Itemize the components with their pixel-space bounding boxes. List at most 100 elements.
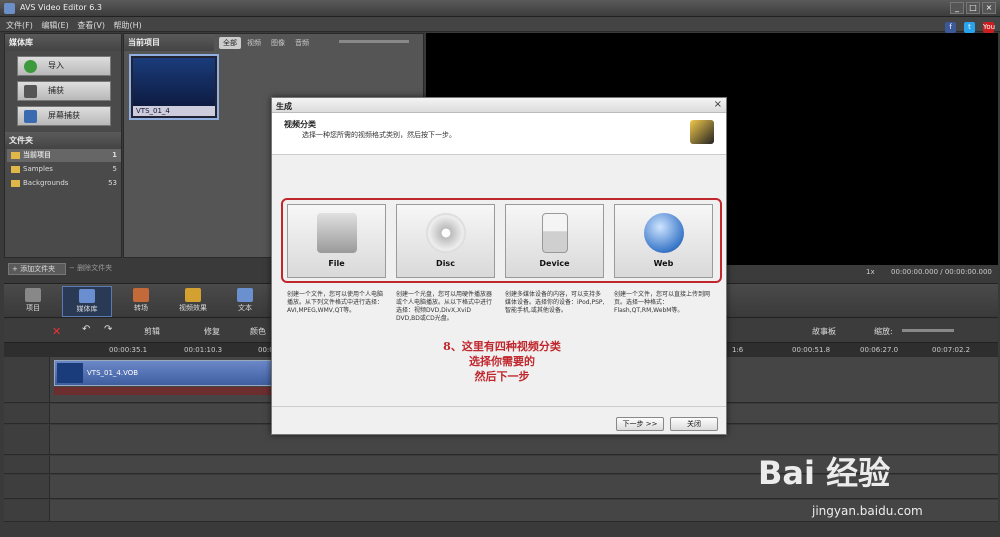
transition-icon	[133, 288, 149, 302]
project-button[interactable]: 项目	[8, 286, 58, 317]
current-project-title: 当前项目	[124, 34, 214, 51]
folder-icon	[11, 165, 20, 173]
add-folder-button[interactable]: + 添加文件夹	[8, 263, 66, 275]
thumbnail-image	[133, 58, 215, 108]
tab-image[interactable]: 图像	[267, 37, 289, 49]
app-icon	[4, 3, 15, 14]
menu-edit[interactable]: 编辑(E)	[41, 20, 68, 31]
dialog-footer: 下一步 >> 关闭	[272, 406, 726, 436]
audio-waveform	[54, 387, 274, 395]
menu-view[interactable]: 查看(V)	[77, 20, 105, 31]
media-library-panel: 媒体库 导入 捕获 屏幕捕获 文件夹 当前项目 1 Samples 5 Back…	[4, 33, 122, 275]
window-controls: _ □ ×	[950, 2, 996, 14]
avs-logo-icon	[690, 120, 714, 144]
project-icon	[25, 288, 41, 302]
transitions-button[interactable]: 转场	[116, 286, 166, 317]
close-icon[interactable]: ×	[714, 99, 722, 110]
disc-icon	[425, 213, 466, 253]
globe-icon	[643, 213, 684, 253]
tutorial-annotation: 8、这里有四种视频分类 选择你需要的 然后下一步	[443, 340, 561, 383]
disc-option-description: 创建一个光盘，您可以用硬件播放器或个人电脑播放。从以下格式中进行选择：视频DVD…	[396, 291, 493, 322]
dialog-header-subtitle: 选择一种您所需的视频格式类别，然后按下一步。	[302, 131, 456, 139]
redo-icon[interactable]: ↷	[104, 324, 112, 335]
zoom-readout: 1x	[866, 268, 875, 276]
delete-folder-button[interactable]: − 删除文件夹	[69, 263, 123, 275]
next-button[interactable]: 下一步 >>	[616, 417, 664, 431]
produce-dialog: 生成 × 视频分类 选择一种您所需的视频格式类别，然后按下一步。 File Di…	[271, 97, 727, 435]
social-links: f t You	[939, 19, 995, 33]
window-title: AVS Video Editor 6.3	[20, 3, 102, 12]
device-option-button[interactable]: Device	[505, 204, 604, 278]
track-header	[4, 404, 50, 423]
thumbnail-caption: VTS_01_4	[133, 106, 215, 116]
folder-item[interactable]: 当前项目 1	[7, 149, 121, 162]
text-icon	[237, 288, 253, 302]
library-icon	[79, 289, 95, 303]
media-library-title: 媒体库	[5, 34, 121, 51]
thumbnail-size-slider[interactable]	[339, 40, 409, 43]
fix-button[interactable]: 修复	[204, 326, 220, 337]
twitter-icon[interactable]: t	[964, 22, 975, 33]
timeline-clip[interactable]: VTS_01_4.VOB	[54, 360, 274, 386]
tab-video[interactable]: 视频	[243, 37, 265, 49]
clip-thumbnail	[57, 363, 83, 383]
file-option-description: 创建一个文件，您可以使用个人电脑播放。从下列文件格式中进行选择：AVI,MPEG…	[287, 291, 384, 314]
color-button[interactable]: 颜色	[250, 326, 266, 337]
text-button[interactable]: 文本	[220, 286, 270, 317]
web-option-description: 创建一个文件，您可以直接上传到网页。选择一种格式：Flash,QT,RM,Web…	[614, 291, 711, 314]
close-dialog-button[interactable]: 关闭	[670, 417, 718, 431]
media-library-button[interactable]: 媒体库	[62, 286, 112, 317]
remove-icon: −	[69, 264, 75, 272]
video-effects-button[interactable]: 视频效果	[168, 286, 218, 317]
track-header	[4, 425, 50, 454]
close-button[interactable]: ×	[982, 2, 996, 14]
minimize-button[interactable]: _	[950, 2, 964, 14]
hard-drive-icon	[316, 213, 357, 253]
disc-option-button[interactable]: Disc	[396, 204, 495, 278]
folder-icon	[11, 179, 20, 187]
baidu-watermark: Bai 经验 jingyan.baidu.com	[748, 428, 993, 532]
tab-all[interactable]: 全部	[219, 37, 241, 49]
web-option-button[interactable]: Web	[614, 204, 713, 278]
trim-button[interactable]: 剪辑	[144, 326, 160, 337]
track-header	[4, 475, 50, 498]
tab-audio[interactable]: 音频	[291, 37, 313, 49]
youtube-icon[interactable]: You	[983, 22, 995, 33]
folder-item[interactable]: Backgrounds 53	[7, 177, 121, 190]
zoom-label: 缩放:	[874, 327, 893, 336]
folder-icon	[11, 151, 20, 159]
add-icon: +	[12, 265, 18, 273]
media-player-icon	[541, 213, 568, 253]
file-option-button[interactable]: File	[287, 204, 386, 278]
timeline-zoom-slider[interactable]	[902, 329, 954, 332]
dialog-title: 生成	[272, 98, 726, 113]
track-header	[4, 500, 50, 521]
dialog-header: 视频分类 选择一种您所需的视频格式类别，然后按下一步。	[272, 113, 726, 155]
media-thumbnail[interactable]: VTS_01_4	[129, 54, 219, 120]
import-button[interactable]: 导入	[17, 56, 111, 76]
device-option-description: 创建多媒体设备的内容，可以支持多媒体设备。选择你的设备：iPod,PSP,智能手…	[505, 291, 605, 314]
menu-bar: 文件(F) 编辑(E) 查看(V) 帮助(H) f t You	[0, 17, 1000, 33]
maximize-button[interactable]: □	[966, 2, 980, 14]
time-readout: 00:00:00.000 / 00:00:00.000	[891, 268, 992, 276]
menu-file[interactable]: 文件(F)	[6, 20, 33, 31]
storyboard-button[interactable]: 故事板	[812, 326, 836, 337]
folder-item[interactable]: Samples 5	[7, 163, 121, 176]
plus-icon	[24, 60, 37, 73]
title-bar: AVS Video Editor 6.3 _ □ ×	[0, 0, 1000, 17]
delete-icon[interactable]: ✕	[52, 325, 61, 338]
track-header	[4, 456, 50, 473]
watermark-url: jingyan.baidu.com	[812, 504, 923, 518]
track-header	[4, 357, 50, 402]
media-filter-tabs: 全部 视频 图像 音频	[219, 37, 313, 49]
screen-capture-button[interactable]: 屏幕捕获	[17, 106, 111, 126]
dialog-header-title: 视频分类	[284, 120, 316, 129]
menu-help[interactable]: 帮助(H)	[114, 20, 142, 31]
watermark-brand: Bai 经验	[758, 454, 891, 492]
folders-title: 文件夹	[5, 132, 121, 149]
camera-icon	[24, 85, 37, 98]
undo-icon[interactable]: ↶	[82, 324, 90, 335]
effects-icon	[185, 288, 201, 302]
facebook-icon[interactable]: f	[945, 22, 956, 33]
capture-button[interactable]: 捕获	[17, 81, 111, 101]
